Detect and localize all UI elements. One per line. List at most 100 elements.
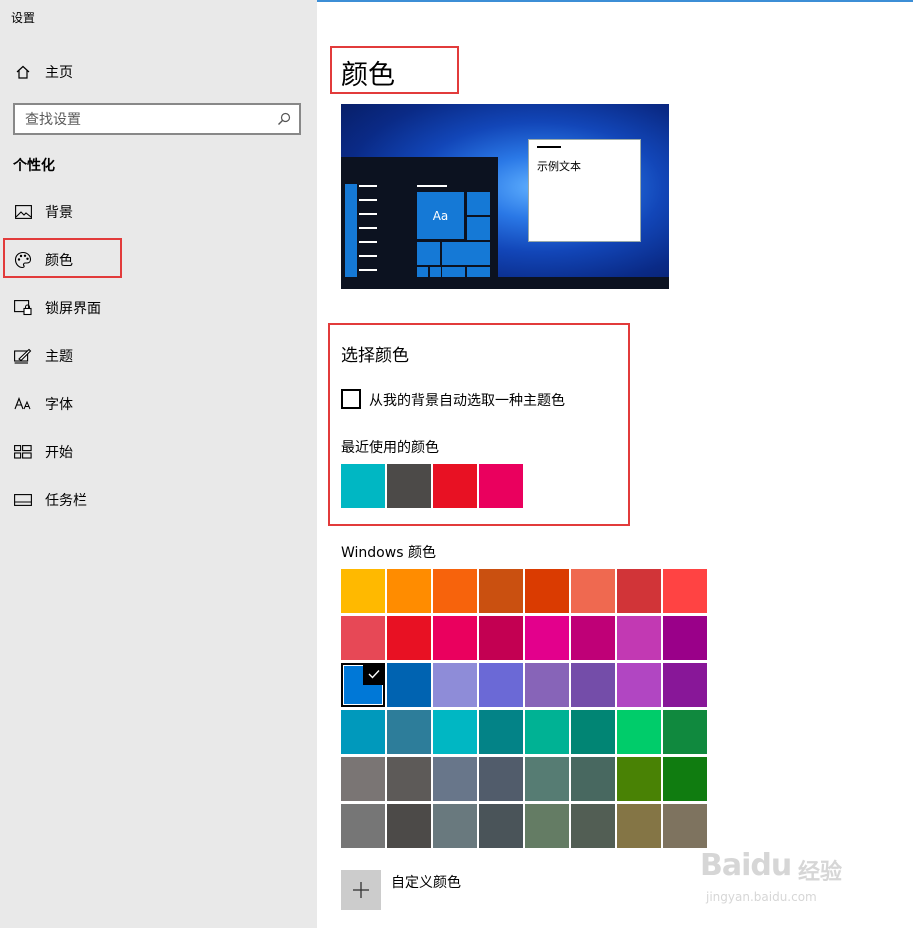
- windows-color-swatch[interactable]: [433, 663, 477, 707]
- windows-color-swatch[interactable]: [571, 663, 615, 707]
- recent-color-swatch[interactable]: [387, 464, 431, 508]
- recent-color-swatch[interactable]: [479, 464, 523, 508]
- windows-color-swatch[interactable]: [387, 804, 431, 848]
- search-input[interactable]: 查找设置: [13, 103, 301, 135]
- section-title: 个性化: [13, 158, 55, 174]
- windows-color-swatch[interactable]: [525, 804, 569, 848]
- page-title: 颜色: [341, 60, 395, 91]
- recent-color-swatch[interactable]: [341, 464, 385, 508]
- sidebar-item-label: 开始: [45, 445, 73, 461]
- windows-color-swatch[interactable]: [387, 710, 431, 754]
- sidebar-item-taskbar[interactable]: 任务栏: [0, 480, 317, 520]
- preview-tile: [430, 267, 441, 277]
- windows-color-swatch[interactable]: [433, 710, 477, 754]
- sidebar-item-fonts[interactable]: 字体: [0, 384, 317, 424]
- sidebar-item-label: 锁屏界面: [45, 301, 101, 317]
- windows-color-swatch[interactable]: [341, 663, 385, 707]
- windows-color-swatch[interactable]: [341, 616, 385, 660]
- palette-icon: [13, 250, 33, 270]
- windows-color-swatch[interactable]: [571, 710, 615, 754]
- sidebar-item-label: 颜色: [45, 253, 73, 269]
- windows-color-swatch[interactable]: [663, 663, 707, 707]
- windows-color-swatch[interactable]: [341, 757, 385, 801]
- picture-icon: [13, 202, 33, 222]
- taskbar-icon: [13, 490, 33, 510]
- windows-color-swatch[interactable]: [341, 710, 385, 754]
- windows-color-swatch[interactable]: [433, 804, 477, 848]
- preview-tile: [467, 217, 490, 240]
- sidebar-item-label: 任务栏: [45, 493, 87, 509]
- windows-color-swatch[interactable]: [387, 663, 431, 707]
- windows-color-swatch[interactable]: [571, 757, 615, 801]
- theme-icon: [13, 346, 33, 366]
- sidebar-item-home[interactable]: 主页: [0, 52, 317, 92]
- preview-tile: [467, 192, 490, 215]
- search-placeholder: 查找设置: [25, 112, 81, 128]
- sidebar-item-start[interactable]: 开始: [0, 432, 317, 472]
- watermark-product: 经验: [798, 860, 843, 885]
- windows-color-swatch[interactable]: [341, 804, 385, 848]
- preview-tile: [417, 242, 440, 265]
- windows-color-swatch[interactable]: [479, 757, 523, 801]
- custom-color-label[interactable]: 自定义颜色: [391, 872, 461, 892]
- auto-accent-label[interactable]: 从我的背景自动选取一种主题色: [369, 390, 565, 410]
- window-top-border: [317, 0, 913, 2]
- windows-color-swatch[interactable]: [479, 616, 523, 660]
- windows-color-swatch[interactable]: [525, 569, 569, 613]
- preview-sample-text: 示例文本: [537, 160, 581, 173]
- choose-color-heading: 选择颜色: [341, 346, 409, 366]
- window-title: 设置: [11, 11, 36, 25]
- windows-color-swatch[interactable]: [433, 616, 477, 660]
- windows-color-swatch[interactable]: [479, 569, 523, 613]
- preview-tile-large: Aa: [417, 192, 464, 239]
- plus-icon: [353, 882, 369, 898]
- preview-tile: [442, 267, 465, 277]
- windows-color-swatch[interactable]: [663, 710, 707, 754]
- windows-color-swatch[interactable]: [479, 804, 523, 848]
- windows-color-swatch[interactable]: [571, 616, 615, 660]
- windows-color-swatch[interactable]: [387, 757, 431, 801]
- preview-window-line: [537, 146, 561, 148]
- custom-color-button[interactable]: [341, 870, 381, 910]
- windows-color-swatch[interactable]: [433, 757, 477, 801]
- sidebar-item-background[interactable]: 背景: [0, 192, 317, 232]
- windows-color-swatch[interactable]: [341, 569, 385, 613]
- windows-color-swatch[interactable]: [617, 569, 661, 613]
- windows-color-swatch[interactable]: [387, 616, 431, 660]
- windows-color-swatch[interactable]: [617, 804, 661, 848]
- windows-color-swatch[interactable]: [663, 757, 707, 801]
- windows-color-swatch[interactable]: [479, 663, 523, 707]
- windows-color-swatch[interactable]: [617, 663, 661, 707]
- windows-color-swatch[interactable]: [617, 757, 661, 801]
- search-icon[interactable]: [269, 105, 299, 133]
- sidebar-item-label: 主页: [45, 65, 73, 81]
- windows-color-swatch[interactable]: [525, 663, 569, 707]
- windows-color-swatch[interactable]: [525, 757, 569, 801]
- windows-color-swatch[interactable]: [617, 616, 661, 660]
- sidebar-item-colors[interactable]: 颜色: [0, 240, 317, 280]
- checkmark-icon: [363, 663, 385, 685]
- home-icon: [13, 62, 33, 82]
- windows-color-swatch[interactable]: [571, 804, 615, 848]
- preview-menu-lines: [359, 185, 377, 271]
- windows-color-swatch[interactable]: [525, 616, 569, 660]
- windows-color-swatch[interactable]: [617, 710, 661, 754]
- sidebar-item-themes[interactable]: 主题: [0, 336, 317, 376]
- windows-color-swatch[interactable]: [663, 804, 707, 848]
- windows-color-swatch[interactable]: [525, 710, 569, 754]
- windows-color-swatch[interactable]: [433, 569, 477, 613]
- windows-color-swatch[interactable]: [479, 710, 523, 754]
- sidebar-item-lock-screen[interactable]: 锁屏界面: [0, 288, 317, 328]
- auto-accent-checkbox[interactable]: [341, 389, 361, 409]
- windows-color-swatch[interactable]: [571, 569, 615, 613]
- windows-color-swatch[interactable]: [387, 569, 431, 613]
- preview-taskbar: [341, 277, 669, 289]
- watermark-url: jingyan.baidu.com: [706, 890, 817, 904]
- sidebar: 设置 主页 查找设置 个性化 背景 颜色 锁屏界面 主题 字体 开始 任务栏: [0, 0, 317, 928]
- preview-tile: [467, 267, 490, 277]
- preview-tile: [417, 267, 428, 277]
- start-icon: [13, 442, 33, 462]
- windows-color-swatch[interactable]: [663, 616, 707, 660]
- recent-color-swatch[interactable]: [433, 464, 477, 508]
- windows-color-swatch[interactable]: [663, 569, 707, 613]
